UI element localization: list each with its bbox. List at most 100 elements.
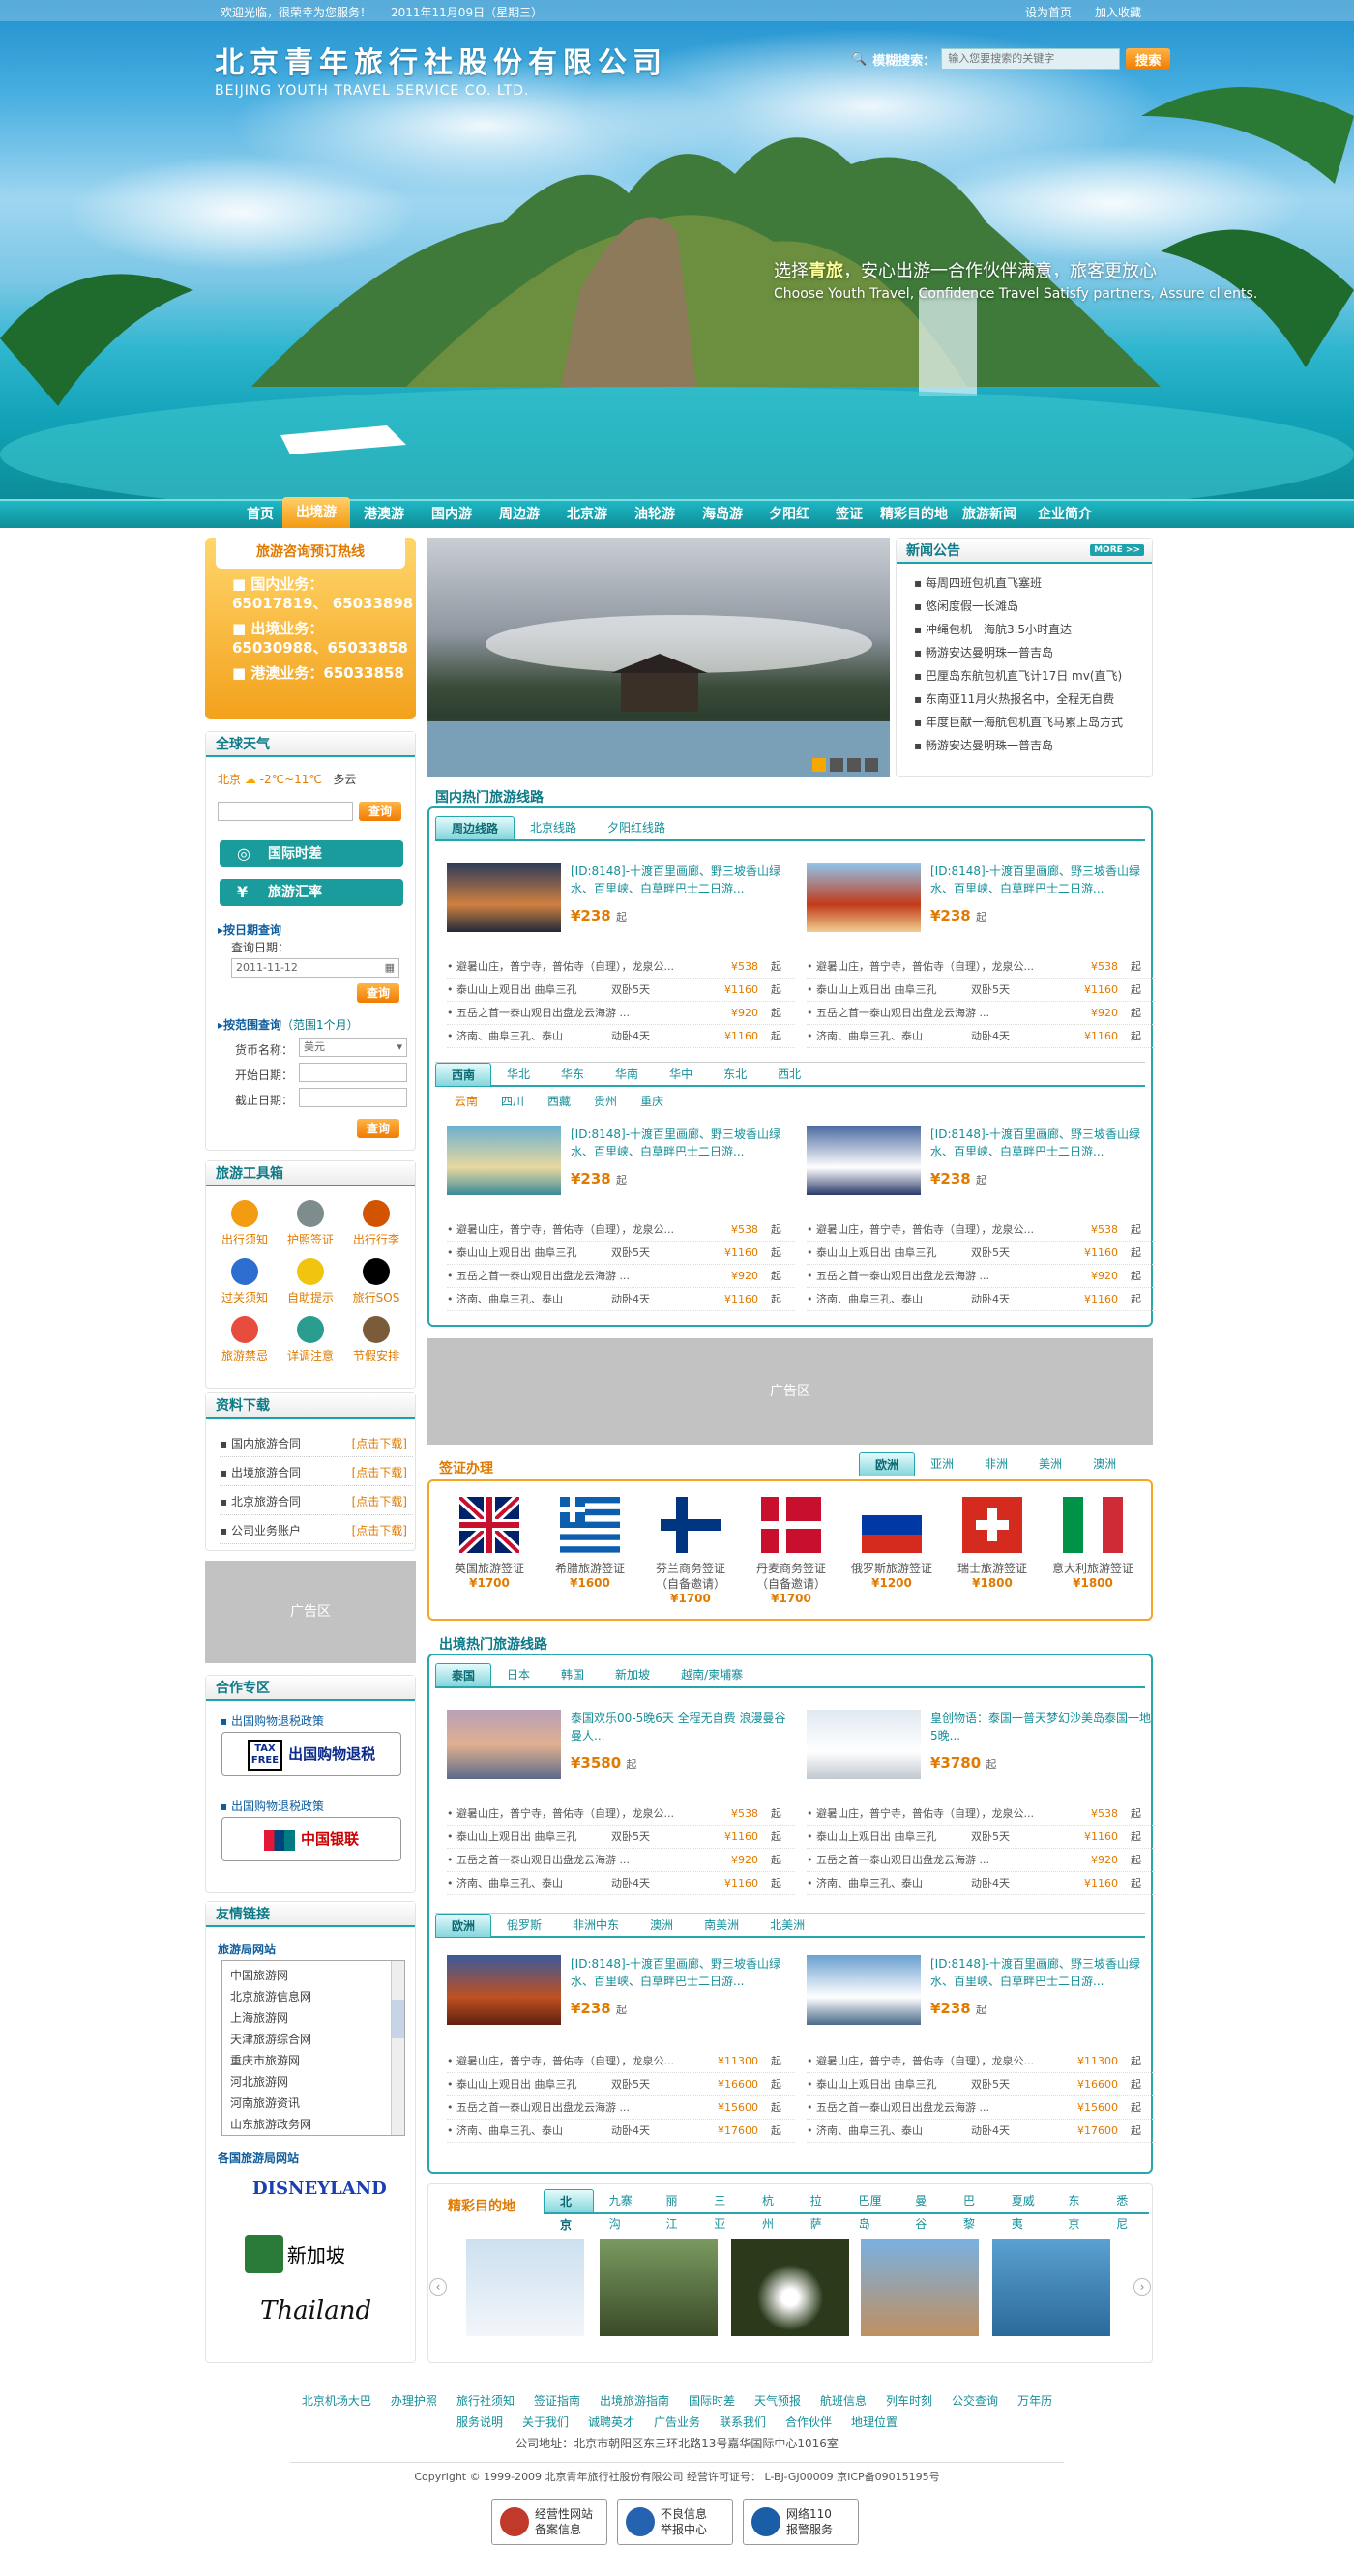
footer-link[interactable]: 公交查询: [952, 2394, 998, 2408]
tool-item-3[interactable]: 出行行李: [347, 1200, 405, 1247]
tool-item-9[interactable]: 节假安排: [347, 1316, 405, 1363]
nav-item-1[interactable]: 首页: [232, 501, 288, 528]
link-item[interactable]: 重庆市旅游网: [230, 2050, 397, 2071]
range-query-button[interactable]: 查询: [357, 1119, 400, 1138]
route-title[interactable]: [ID:8148]-十渡百里画廊、野三坡香山绿水、百里峡、白草畔巴士二日游...: [571, 1955, 793, 1990]
route-image[interactable]: [447, 1955, 561, 2025]
route-row[interactable]: • 五岳之首一泰山观日出盘龙云海游 ... ¥920 起: [447, 1849, 795, 1872]
dest-image-4[interactable]: [861, 2239, 979, 2336]
visa-item-4[interactable]: 丹麦商务签证 （自备邀请） ¥1700: [745, 1497, 838, 1605]
tab-7[interactable]: 巴厘岛: [843, 2189, 900, 2231]
tab-2[interactable]: 俄罗斯: [491, 1914, 557, 1937]
news-item[interactable]: ▪ 冲绳包机一海航3.5小时直达: [914, 618, 1152, 641]
nav-item-3[interactable]: 港澳游: [354, 501, 414, 528]
footer-link[interactable]: 关于我们: [522, 2415, 569, 2429]
search-button[interactable]: 搜索: [1126, 48, 1171, 70]
route-row[interactable]: • 避暑山庄，普宁寺，普佑寺（自理），龙泉公... ¥538 起: [447, 955, 795, 979]
tool-item-2[interactable]: 护照签证: [281, 1200, 339, 1247]
route-row[interactable]: • 济南、曲阜三孔、泰山 动卧4天 ¥1160 起: [447, 1872, 795, 1895]
route-row[interactable]: • 泰山山上观日出 曲阜三孔 双卧5天 ¥1160 起: [807, 1242, 1155, 1265]
footer-link[interactable]: 办理护照: [391, 2394, 437, 2408]
tab-11[interactable]: 东京: [1052, 2189, 1101, 2231]
footer-link[interactable]: 联系我们: [720, 2415, 766, 2429]
slide-dot-4[interactable]: [865, 758, 878, 772]
set-home-link[interactable]: 设为首页: [1025, 4, 1072, 20]
tab-3[interactable]: 非洲中东: [557, 1914, 634, 1937]
visa-item-2[interactable]: 希腊旅游签证 ¥1600: [544, 1497, 636, 1590]
link-item[interactable]: 北京旅游信息网: [230, 1986, 397, 2007]
tab-1[interactable]: 欧洲: [859, 1452, 916, 1476]
coop-item-1[interactable]: ▪ 出国购物退税政策: [220, 1712, 324, 1729]
footer-link[interactable]: 地理位置: [851, 2415, 898, 2429]
link-item[interactable]: 山东旅游政务网: [230, 2114, 397, 2135]
footer-link[interactable]: 合作伙伴: [785, 2415, 832, 2429]
route-title[interactable]: [ID:8148]-十渡百里画廊、野三坡香山绿水、百里峡、白草畔巴士二日游...: [930, 1955, 1153, 1990]
tab-9[interactable]: 巴黎: [948, 2189, 996, 2231]
slide-indicators[interactable]: [812, 758, 878, 772]
route-feature[interactable]: [ID:8148]-十渡百里画廊、野三坡香山绿水、百里峡、白草畔巴士二日游...…: [447, 1949, 795, 2036]
report-badge[interactable]: 不良信息 举报中心: [617, 2499, 733, 2545]
region-subtab-2[interactable]: 四川: [501, 1093, 524, 1114]
footer-link[interactable]: 服务说明: [456, 2415, 503, 2429]
tab-5[interactable]: 华中: [654, 1063, 708, 1086]
footer-link[interactable]: 签证指南: [534, 2394, 580, 2408]
footer-link[interactable]: 诚聘英才: [588, 2415, 634, 2429]
nav-item-9[interactable]: 夕阳红: [760, 501, 818, 528]
footer-link[interactable]: 天气预报: [754, 2394, 801, 2408]
footer-link[interactable]: 出境旅游指南: [600, 2394, 669, 2408]
route-image[interactable]: [807, 1710, 921, 1779]
exchange-rate-button[interactable]: ¥ 旅游汇率: [220, 879, 403, 906]
route-feature[interactable]: [ID:8148]-十渡百里画廊、野三坡香山绿水、百里峡、白草畔巴士二日游...…: [807, 1949, 1155, 2036]
route-feature[interactable]: [ID:8148]-十渡百里画廊、野三坡香山绿水、百里峡、白草畔巴士二日游...…: [807, 1120, 1155, 1207]
route-title[interactable]: 泰国欢乐00-5晚6天 全程无自费 浪漫曼谷 曼人...: [571, 1710, 793, 1744]
route-title[interactable]: [ID:8148]-十渡百里画廊、野三坡香山绿水、百里峡、白草畔巴士二日游...: [571, 863, 793, 897]
tab-4[interactable]: 三亚: [698, 2189, 747, 2231]
news-item[interactable]: ▪ 巴厘岛东航包机直飞计17日 mv(直飞): [914, 664, 1152, 688]
route-feature[interactable]: [ID:8148]-十渡百里画廊、野三坡香山绿水、百里峡、白草畔巴士二日游...…: [807, 857, 1155, 944]
route-title[interactable]: [ID:8148]-十渡百里画廊、野三坡香山绿水、百里峡、白草畔巴士二日游...: [930, 863, 1153, 897]
tab-2[interactable]: 亚洲: [915, 1452, 969, 1476]
visa-item-6[interactable]: 瑞士旅游签证 ¥1800: [946, 1497, 1039, 1590]
route-image[interactable]: [807, 1955, 921, 2025]
slide-dot-2[interactable]: [830, 758, 843, 772]
route-row[interactable]: • 避暑山庄，普宁寺，普佑寺（自理），龙泉公... ¥11300 起: [447, 2050, 795, 2073]
tool-item-5[interactable]: 自助提示: [281, 1258, 339, 1305]
news-item[interactable]: ▪ 东南亚11月火热报名中，全程无自费: [914, 688, 1152, 711]
tab-6[interactable]: 北美洲: [754, 1914, 820, 1937]
link-item[interactable]: 中国旅游网: [230, 1965, 397, 1986]
region-subtab-5[interactable]: 重庆: [640, 1093, 663, 1114]
tab-2[interactable]: 北京线路: [515, 816, 592, 839]
tool-item-4[interactable]: 过关须知: [216, 1258, 274, 1305]
tab-5[interactable]: 澳洲: [1077, 1452, 1132, 1476]
tab-3[interactable]: 韩国: [545, 1663, 600, 1686]
tab-3[interactable]: 丽江: [650, 2189, 698, 2231]
tab-4[interactable]: 美洲: [1023, 1452, 1077, 1476]
footer-link[interactable]: 万年历: [1017, 2394, 1052, 2408]
weather-city-input[interactable]: [218, 802, 353, 821]
route-row[interactable]: • 避暑山庄，普宁寺，普佑寺（自理），龙泉公... ¥538 起: [447, 1802, 795, 1826]
links-listbox[interactable]: 中国旅游网 北京旅游信息网 上海旅游网 天津旅游综合网 重庆市旅游网 河北旅游网 河南旅游资…: [221, 1960, 405, 2136]
nav-item-7[interactable]: 油轮游: [625, 501, 685, 528]
tab-3[interactable]: 夕阳红线路: [592, 816, 681, 839]
nav-item-12[interactable]: 旅游新闻: [957, 501, 1021, 528]
unionpay-button[interactable]: 中国银联: [221, 1817, 401, 1861]
tab-1[interactable]: 欧洲: [435, 1914, 492, 1937]
route-row[interactable]: • 五岳之首一泰山观日出盘龙云海游 ... ¥920 起: [447, 1002, 795, 1025]
tab-1[interactable]: 北京: [544, 2189, 594, 2232]
route-row[interactable]: • 避暑山庄，普宁寺，普佑寺（自理），龙泉公... ¥538 起: [807, 955, 1155, 979]
tool-item-1[interactable]: 出行须知: [216, 1200, 274, 1247]
tab-3[interactable]: 华东: [545, 1063, 600, 1086]
tool-item-7[interactable]: 旅游禁忌: [216, 1316, 274, 1363]
visa-item-3[interactable]: 芬兰商务签证 （自备邀请） ¥1700: [644, 1497, 737, 1605]
download-link[interactable]: [点击下载]: [352, 1517, 407, 1544]
tool-item-6[interactable]: 旅行SOS: [347, 1258, 405, 1305]
nav-item-13[interactable]: 企业简介: [1027, 501, 1103, 528]
route-row[interactable]: • 泰山山上观日出 曲阜三孔 双卧5天 ¥1160 起: [807, 979, 1155, 1002]
slide-dot-1[interactable]: [812, 758, 826, 772]
police-badge[interactable]: 网络110 报警服务: [743, 2499, 859, 2545]
route-title[interactable]: [ID:8148]-十渡百里画廊、野三坡香山绿水、百里峡、白草畔巴士二日游...: [930, 1126, 1153, 1160]
route-image[interactable]: [447, 1126, 561, 1195]
route-feature[interactable]: [ID:8148]-十渡百里画廊、野三坡香山绿水、百里峡、白草畔巴士二日游...…: [447, 857, 795, 944]
slideshow-image[interactable]: [427, 538, 890, 777]
date-query-input[interactable]: 2011-11-12 ▦: [231, 958, 399, 978]
